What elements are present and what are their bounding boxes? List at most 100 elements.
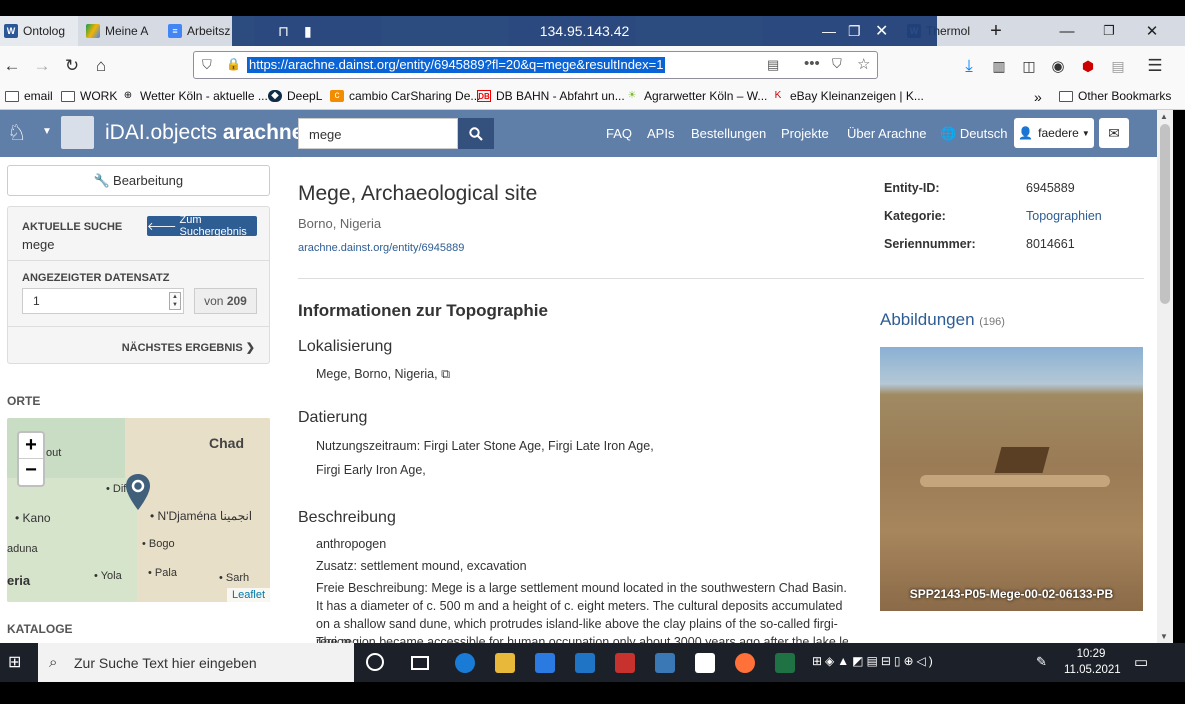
nav-language[interactable]: 🌐 Deutsch [940, 126, 1008, 142]
start-icon[interactable]: ⊞ [8, 652, 21, 672]
scrollbar-thumb[interactable] [1160, 124, 1170, 304]
url-text[interactable]: https://arachne.dainst.org/entity/694588… [247, 57, 666, 73]
search-button[interactable] [458, 118, 494, 149]
back-to-results-button[interactable]: 🡐 Zum Suchergebnis [147, 214, 257, 238]
external-link-icon[interactable]: ⧉ [441, 367, 450, 381]
window-restore-icon[interactable]: ❐ [1087, 16, 1131, 46]
extension-icon[interactable]: ▤ [1106, 54, 1130, 78]
reader-view-icon[interactable]: ▤ [767, 57, 779, 73]
search-panel: Aktuelle Suche mege 🡐 Zum Suchergebnis An… [7, 206, 270, 364]
more-actions-icon[interactable]: ••• [804, 55, 820, 72]
mail-app-icon[interactable] [575, 653, 595, 673]
forward-icon[interactable]: → [30, 54, 54, 78]
page-scrollbar[interactable]: ▲ ▼ [1157, 110, 1173, 643]
nav-apis[interactable]: APIs [647, 126, 674, 141]
zotero-icon[interactable] [615, 653, 635, 673]
record-total: von 209 [194, 288, 257, 314]
search-input[interactable]: mege [298, 118, 458, 149]
store-icon[interactable] [535, 653, 555, 673]
bookmark-star-icon[interactable]: ☆ [857, 55, 870, 73]
entity-uri-link[interactable]: arachne.dainst.org/entity/6945889 [298, 242, 464, 254]
leaflet-attribution-link[interactable]: Leaflet [226, 588, 270, 602]
dropbox-icon[interactable] [695, 653, 715, 673]
excel-icon[interactable] [775, 653, 795, 673]
images-heading[interactable]: Abbildungen (196) [880, 310, 1005, 330]
bookmark-cambio[interactable]: c cambio CarSharing De... [330, 89, 480, 103]
reload-icon[interactable]: ↻ [60, 54, 84, 78]
tab-ontolog[interactable]: W Ontolog [0, 16, 78, 46]
sidebar: 🔧 Bearbeitung Aktuelle Suche mege 🡐 Zum Su… [0, 157, 280, 643]
dai-logo-icon[interactable]: ♘ [7, 120, 27, 146]
nav-faq[interactable]: FAQ [606, 126, 632, 141]
new-tab-button[interactable]: + [980, 16, 1008, 46]
taskbar-clock[interactable]: 10:29 11.05.2021 [1064, 646, 1121, 678]
menu-icon[interactable]: ☰ [1143, 54, 1167, 78]
nav-ueber-arachne[interactable]: Über Arachne [847, 126, 927, 141]
lock-icon[interactable]: 🔒 [226, 57, 241, 71]
url-bar[interactable]: ⛉ 🔒 https://arachne.dainst.org/entity/69… [193, 51, 878, 79]
arachne-logo-icon[interactable] [61, 116, 94, 149]
bookmark-deepl[interactable]: ◆ DeepL [268, 89, 322, 103]
location-map[interactable]: + − Chad out • Diff • Kano • N'Djaména ا… [7, 418, 270, 602]
record-index-input[interactable]: 1 [22, 288, 184, 314]
back-icon[interactable]: ← [0, 54, 24, 78]
pin-icon[interactable]: ⊓ [278, 23, 289, 40]
bookmark-agrarwetter[interactable]: ☀ Agrarwetter Köln – W... [625, 89, 768, 103]
site-brand[interactable]: iDAI.objects arachne [105, 121, 303, 145]
edge-icon[interactable] [455, 653, 475, 673]
shield-icon[interactable]: ⛉ [202, 57, 212, 73]
download-icon[interactable]: ⤓ [957, 54, 981, 78]
bookmark-db[interactable]: DB DB BAHN - Abfahrt un... [477, 89, 625, 103]
window-close-icon[interactable]: ✕ [1130, 16, 1174, 46]
tab-meine[interactable]: Meine A [82, 16, 160, 46]
system-tray-icons[interactable]: ⊞◈▲◩▤⊟▯⊕◁) [812, 654, 936, 668]
kategorie-link[interactable]: Topographien [1026, 209, 1102, 223]
bookmark-other[interactable]: Other Bookmarks [1059, 89, 1171, 103]
lokalisierung-value: Mege, Borno, Nigeria, ⧉ [316, 367, 451, 381]
mail-button[interactable]: ✉ [1099, 118, 1129, 148]
nav-bestellungen[interactable]: Bestellungen [691, 126, 766, 141]
map-label: • Kano [15, 511, 51, 525]
remote-desktop-icon[interactable] [655, 653, 675, 673]
bookmark-email[interactable]: email [5, 89, 53, 103]
bookmark-work[interactable]: WORK [61, 89, 117, 103]
nav-projekte[interactable]: Projekte [781, 126, 829, 141]
pen-icon[interactable]: ✎ [1036, 654, 1047, 670]
edit-button[interactable]: 🔧 Bearbeitung [7, 165, 270, 196]
section-heading: Informationen zur Topographie [298, 301, 548, 320]
bookmark-ebay[interactable]: KeBay Kleinanzeigen | K... [771, 89, 924, 103]
file-explorer-icon[interactable] [495, 653, 515, 673]
sidebar-icon[interactable]: ◫ [1017, 54, 1041, 78]
map-marker-icon[interactable] [125, 473, 151, 511]
close-icon[interactable]: ✕ [875, 21, 888, 41]
account-icon[interactable]: ◉ [1046, 54, 1070, 78]
firefox-icon[interactable] [735, 653, 755, 673]
library-icon[interactable]: ▥ [987, 54, 1011, 78]
tab-arbeitsz[interactable]: ≡ Arbeitsz [164, 16, 232, 46]
scroll-up-icon[interactable]: ▲ [1160, 112, 1168, 121]
beschreibung-heading: Beschreibung [298, 509, 396, 526]
ublock-icon[interactable]: ⬢ [1076, 54, 1100, 78]
cortana-icon[interactable] [366, 653, 384, 671]
pocket-icon[interactable]: ⛉ [832, 56, 842, 72]
bookmark-wetter[interactable]: ⊕ Wetter Köln - aktuelle ... [121, 89, 268, 103]
home-icon[interactable]: ⌂ [89, 54, 113, 78]
spinner-icon[interactable]: ▲ ▼ [169, 292, 181, 310]
task-view-icon[interactable] [411, 656, 429, 670]
window-minimize-icon[interactable]: — [1045, 16, 1089, 46]
minimize-icon[interactable]: — [822, 23, 836, 39]
map-label: Chad [209, 435, 244, 451]
taskbar-search-input[interactable]: ⌕ Zur Suche Text hier eingeben [38, 643, 354, 682]
restore-icon[interactable]: ❐ [848, 23, 861, 40]
zoom-out-button[interactable]: − [19, 459, 43, 485]
more-bookmarks-icon[interactable]: » [1034, 89, 1042, 105]
notification-icon[interactable]: ▭ [1134, 653, 1148, 671]
entity-image[interactable]: SPP2143-P05-Mege-00-02-06133-PB [880, 347, 1143, 611]
zoom-in-button[interactable]: + [19, 433, 43, 459]
scroll-down-icon[interactable]: ▼ [1160, 632, 1168, 641]
user-menu-button[interactable]: 👤 faedere ▼ [1014, 118, 1094, 148]
caret-down-icon[interactable]: ▼ [42, 126, 52, 137]
folder-icon [61, 90, 75, 102]
next-result-link[interactable]: Nächstes Ergebnis ❯ [122, 341, 255, 354]
screen-bottom-border [0, 682, 1185, 704]
